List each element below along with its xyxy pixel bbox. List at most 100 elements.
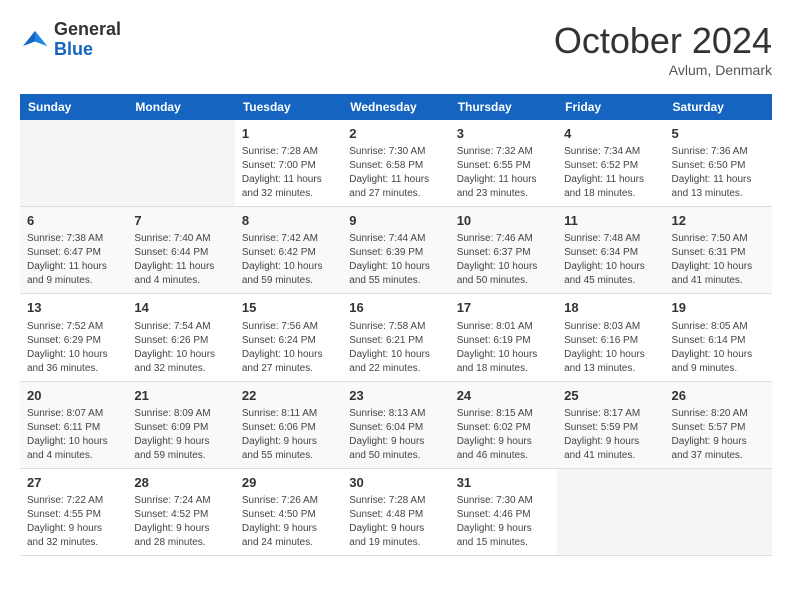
week-row-1: 1Sunrise: 7:28 AM Sunset: 7:00 PM Daylig… <box>20 120 772 207</box>
day-cell: 24 Sunrise: 8:15 AM Sunset: 6:02 PM Dayli… <box>450 381 557 468</box>
day-number: 10 <box>457 212 550 230</box>
weekday-header-saturday: Saturday <box>665 94 772 120</box>
weekday-header-thursday: Thursday <box>450 94 557 120</box>
day-info: Sunrise: 8:09 AM Sunset: 6:09 PM Dayligh… <box>134 407 227 463</box>
day-info: Sunrise: 8:15 AM Sunset: 6:02 PM Dayligh… <box>457 407 550 463</box>
day-cell: 8 Sunrise: 7:42 AM Sunset: 6:42 PM Daylig… <box>235 207 342 294</box>
day-number: 3 <box>457 125 550 143</box>
day-cell: 31 Sunrise: 7:30 AM Sunset: 4:46 PM Dayli… <box>450 468 557 555</box>
day-info: Sunrise: 7:30 AM Sunset: 4:46 PM Dayligh… <box>457 494 550 550</box>
day-cell: 2 Sunrise: 7:30 AM Sunset: 6:58 PM Daylig… <box>342 120 449 207</box>
day-number: 4 <box>564 125 657 143</box>
day-info: Sunrise: 7:28 AM Sunset: 4:48 PM Dayligh… <box>349 494 442 550</box>
day-cell: 3 Sunrise: 7:32 AM Sunset: 6:55 PM Daylig… <box>450 120 557 207</box>
day-cell: 17 Sunrise: 8:01 AM Sunset: 6:19 PM Dayli… <box>450 294 557 381</box>
day-info: Sunrise: 8:17 AM Sunset: 5:59 PM Dayligh… <box>564 407 657 463</box>
day-number: 8 <box>242 212 335 230</box>
week-row-3: 13 Sunrise: 7:52 AM Sunset: 6:29 PM Dayli… <box>20 294 772 381</box>
day-cell: 28Sunrise: 7:24 AM Sunset: 4:52 PM Dayli… <box>127 468 234 555</box>
day-cell: 27 Sunrise: 7:22 AM Sunset: 4:55 PM Dayli… <box>20 468 127 555</box>
day-info: Sunrise: 7:28 AM Sunset: 7:00 PM Dayligh… <box>242 145 335 201</box>
day-info: Sunrise: 7:48 AM Sunset: 6:34 PM Dayligh… <box>564 232 657 288</box>
day-info: Sunrise: 7:32 AM Sunset: 6:55 PM Dayligh… <box>457 145 550 201</box>
day-number: 6 <box>27 212 120 230</box>
day-number: 12 <box>672 212 765 230</box>
day-cell: 15Sunrise: 7:56 AM Sunset: 6:24 PM Dayli… <box>235 294 342 381</box>
week-row-5: 27 Sunrise: 7:22 AM Sunset: 4:55 PM Dayli… <box>20 468 772 555</box>
logo-text: GeneralBlue <box>54 20 121 60</box>
day-info: Sunrise: 7:58 AM Sunset: 6:21 PM Dayligh… <box>349 320 442 376</box>
day-number: 7 <box>134 212 227 230</box>
day-number: 29 <box>242 474 335 492</box>
day-number: 30 <box>349 474 442 492</box>
day-number: 26 <box>672 387 765 405</box>
week-row-4: 20 Sunrise: 8:07 AM Sunset: 6:11 PM Dayli… <box>20 381 772 468</box>
day-info: Sunrise: 7:38 AM Sunset: 6:47 PM Dayligh… <box>27 232 120 288</box>
day-number: 22 <box>242 387 335 405</box>
day-cell: 18 Sunrise: 8:03 AM Sunset: 6:16 PM Dayli… <box>557 294 664 381</box>
day-number: 24 <box>457 387 550 405</box>
day-info: Sunrise: 7:40 AM Sunset: 6:44 PM Dayligh… <box>134 232 227 288</box>
day-cell: 4Sunrise: 7:34 AM Sunset: 6:52 PM Daylig… <box>557 120 664 207</box>
day-cell: 23 Sunrise: 8:13 AM Sunset: 6:04 PM Dayli… <box>342 381 449 468</box>
day-cell <box>557 468 664 555</box>
day-cell: 30 Sunrise: 7:28 AM Sunset: 4:48 PM Dayli… <box>342 468 449 555</box>
day-info: Sunrise: 8:05 AM Sunset: 6:14 PM Dayligh… <box>672 320 765 376</box>
day-number: 18 <box>564 299 657 317</box>
day-cell <box>127 120 234 207</box>
day-info: Sunrise: 7:50 AM Sunset: 6:31 PM Dayligh… <box>672 232 765 288</box>
weekday-header-row: SundayMondayTuesdayWednesdayThursdayFrid… <box>20 94 772 120</box>
day-cell: 10 Sunrise: 7:46 AM Sunset: 6:37 PM Dayli… <box>450 207 557 294</box>
month-title: October 2024 <box>554 20 772 62</box>
day-cell: 13 Sunrise: 7:52 AM Sunset: 6:29 PM Dayli… <box>20 294 127 381</box>
day-info: Sunrise: 7:54 AM Sunset: 6:26 PM Dayligh… <box>134 320 227 376</box>
day-cell: 25 Sunrise: 8:17 AM Sunset: 5:59 PM Dayli… <box>557 381 664 468</box>
day-info: Sunrise: 7:26 AM Sunset: 4:50 PM Dayligh… <box>242 494 335 550</box>
day-cell: 26 Sunrise: 8:20 AM Sunset: 5:57 PM Dayli… <box>665 381 772 468</box>
day-cell <box>665 468 772 555</box>
day-cell: 12 Sunrise: 7:50 AM Sunset: 6:31 PM Dayli… <box>665 207 772 294</box>
day-number: 15 <box>242 299 335 317</box>
day-info: Sunrise: 8:07 AM Sunset: 6:11 PM Dayligh… <box>27 407 120 463</box>
day-info: Sunrise: 7:46 AM Sunset: 6:37 PM Dayligh… <box>457 232 550 288</box>
day-cell: 16 Sunrise: 7:58 AM Sunset: 6:21 PM Dayli… <box>342 294 449 381</box>
calendar-table: SundayMondayTuesdayWednesdayThursdayFrid… <box>20 94 772 556</box>
day-cell: 5Sunrise: 7:36 AM Sunset: 6:50 PM Daylig… <box>665 120 772 207</box>
day-number: 2 <box>349 125 442 143</box>
day-number: 31 <box>457 474 550 492</box>
day-number: 11 <box>564 212 657 230</box>
day-info: Sunrise: 8:01 AM Sunset: 6:19 PM Dayligh… <box>457 320 550 376</box>
day-info: Sunrise: 7:30 AM Sunset: 6:58 PM Dayligh… <box>349 145 442 201</box>
day-cell <box>20 120 127 207</box>
weekday-header-wednesday: Wednesday <box>342 94 449 120</box>
day-info: Sunrise: 8:20 AM Sunset: 5:57 PM Dayligh… <box>672 407 765 463</box>
day-number: 17 <box>457 299 550 317</box>
day-info: Sunrise: 8:03 AM Sunset: 6:16 PM Dayligh… <box>564 320 657 376</box>
day-number: 5 <box>672 125 765 143</box>
day-cell: 14Sunrise: 7:54 AM Sunset: 6:26 PM Dayli… <box>127 294 234 381</box>
day-info: Sunrise: 7:24 AM Sunset: 4:52 PM Dayligh… <box>134 494 227 550</box>
day-number: 23 <box>349 387 442 405</box>
day-cell: 9Sunrise: 7:44 AM Sunset: 6:39 PM Daylig… <box>342 207 449 294</box>
day-number: 19 <box>672 299 765 317</box>
day-cell: 19 Sunrise: 8:05 AM Sunset: 6:14 PM Dayli… <box>665 294 772 381</box>
day-cell: 29 Sunrise: 7:26 AM Sunset: 4:50 PM Dayli… <box>235 468 342 555</box>
day-info: Sunrise: 8:13 AM Sunset: 6:04 PM Dayligh… <box>349 407 442 463</box>
weekday-header-tuesday: Tuesday <box>235 94 342 120</box>
title-block: October 2024 Avlum, Denmark <box>554 20 772 78</box>
day-number: 25 <box>564 387 657 405</box>
page-header: GeneralBlue October 2024 Avlum, Denmark <box>20 20 772 78</box>
day-cell: 22Sunrise: 8:11 AM Sunset: 6:06 PM Dayli… <box>235 381 342 468</box>
day-number: 27 <box>27 474 120 492</box>
day-number: 16 <box>349 299 442 317</box>
day-cell: 21Sunrise: 8:09 AM Sunset: 6:09 PM Dayli… <box>127 381 234 468</box>
day-info: Sunrise: 7:52 AM Sunset: 6:29 PM Dayligh… <box>27 320 120 376</box>
day-number: 20 <box>27 387 120 405</box>
weekday-header-friday: Friday <box>557 94 664 120</box>
logo-icon <box>20 25 50 55</box>
day-info: Sunrise: 7:22 AM Sunset: 4:55 PM Dayligh… <box>27 494 120 550</box>
day-cell: 20 Sunrise: 8:07 AM Sunset: 6:11 PM Dayli… <box>20 381 127 468</box>
day-cell: 6 Sunrise: 7:38 AM Sunset: 6:47 PM Daylig… <box>20 207 127 294</box>
day-number: 13 <box>27 299 120 317</box>
day-info: Sunrise: 7:42 AM Sunset: 6:42 PM Dayligh… <box>242 232 335 288</box>
